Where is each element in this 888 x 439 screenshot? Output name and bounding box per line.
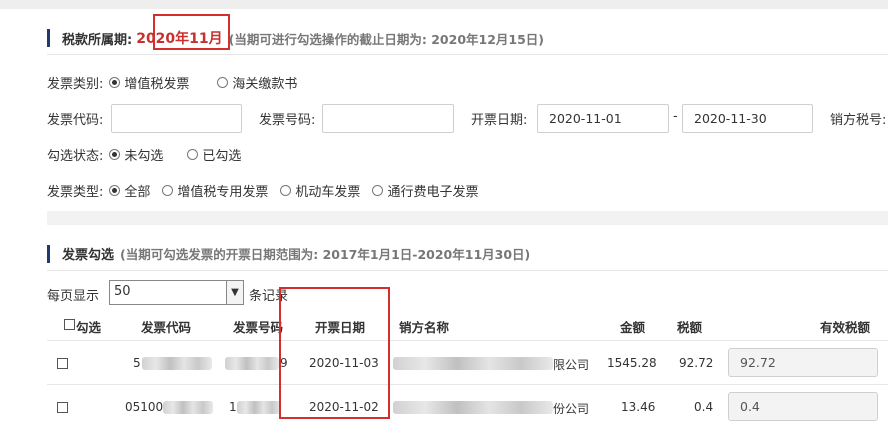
cell-invoice-number: 1	[229, 400, 237, 414]
cell-amount: 1545.28	[607, 356, 657, 370]
valid-tax-input[interactable]: 0.4	[728, 392, 878, 421]
cell-invoice-code: 05100	[125, 400, 164, 414]
invoice-category-label: 发票类别:	[47, 77, 104, 92]
header-check: 勾选	[76, 320, 102, 335]
radio-motor-vehicle[interactable]: 机动车发票	[280, 181, 360, 200]
per-page-value: 50	[114, 284, 131, 299]
cell-tax: 0.4	[694, 400, 714, 414]
cell-seller-name: 限公司	[553, 358, 590, 372]
cell-amount: 13.46	[621, 400, 656, 414]
radio-vat-invoice[interactable]: 增值税发票	[109, 73, 189, 92]
cell-issue-date: 2020-11-03	[309, 356, 379, 370]
redacted-blur	[163, 401, 213, 414]
redacted-blur	[393, 357, 553, 370]
check-status-label: 勾选状态:	[47, 149, 104, 164]
radio-dot[interactable]	[217, 77, 229, 88]
header-amount: 金额	[620, 320, 646, 335]
header-tax: 税额	[677, 320, 703, 335]
invoice-code-label: 发票代码:	[47, 113, 104, 128]
selection-note: (当期可勾选发票的开票日期范围为: 2017年1月1日-2020年11月30日)	[120, 247, 531, 262]
divider	[47, 270, 888, 271]
table-header: 勾选 发票代码 发票号码 开票日期 销方名称 金额 税额 有效税额	[47, 310, 888, 340]
check-status-row: 勾选状态: 未勾选 已勾选	[47, 145, 259, 164]
header-valid-tax: 有效税额	[820, 320, 871, 335]
radio-checked[interactable]: 已勾选	[187, 145, 241, 164]
radio-toll-electronic[interactable]: 通行费电子发票	[372, 181, 478, 200]
selection-title: 发票勾选	[62, 248, 115, 263]
redacted-blur	[142, 357, 212, 370]
divider	[47, 54, 888, 55]
header-seller-name: 销方名称	[399, 320, 450, 335]
per-page-select[interactable]: 50 ▼	[109, 280, 244, 305]
cell-tax: 92.72	[679, 356, 714, 370]
date-range-separator: -	[673, 109, 678, 124]
radio-dot[interactable]	[187, 149, 199, 160]
selection-header: 发票勾选 (当期可勾选发票的开票日期范围为: 2017年1月1日-2020年11…	[47, 244, 530, 263]
select-all-checkbox[interactable]	[64, 319, 75, 330]
header-invoice-code: 发票代码	[141, 320, 192, 335]
valid-tax-input[interactable]: 92.72	[728, 348, 878, 377]
redacted-blur	[225, 357, 279, 370]
radio-vat-special[interactable]: 增值税专用发票	[162, 181, 268, 200]
invoice-type-row: 发票类型: 全部 增值税专用发票 机动车发票 通行费电子发票	[47, 181, 496, 200]
radio-dot[interactable]	[280, 185, 292, 196]
invoice-number-label: 发票号码:	[259, 113, 316, 128]
radio-dot[interactable]	[109, 149, 121, 160]
radio-dot[interactable]	[372, 185, 384, 196]
cell-invoice-number: 9	[280, 356, 288, 370]
radio-dot[interactable]	[109, 185, 121, 196]
per-page-suffix: 条记录	[249, 289, 289, 304]
row-checkbox[interactable]	[57, 358, 68, 369]
radio-dot[interactable]	[109, 77, 121, 88]
top-strip	[0, 0, 888, 9]
section-separator	[47, 211, 888, 225]
issue-date-to-input[interactable]: 2020-11-30	[682, 104, 813, 133]
cell-seller-name: 份公司	[553, 402, 590, 416]
tax-period-header: 税款所属期: 2020年11月 (当期可进行勾选操作的截止日期为: 2020年1…	[47, 28, 544, 48]
header-issue-date: 开票日期	[315, 320, 366, 335]
invoice-number-input[interactable]	[322, 104, 454, 133]
header-invoice-number: 发票号码	[233, 320, 284, 335]
row-checkbox[interactable]	[57, 402, 68, 413]
tax-period-label: 税款所属期:	[62, 32, 133, 48]
seller-tax-no-label: 销方税号:	[830, 113, 887, 128]
section-marker	[47, 29, 50, 47]
invoice-code-input[interactable]	[111, 104, 242, 133]
invoice-type-label: 发票类型:	[47, 185, 104, 200]
radio-all[interactable]: 全部	[109, 181, 150, 200]
redacted-blur	[393, 401, 553, 414]
redacted-blur	[237, 401, 281, 414]
table-row: 5 9 2020-11-03 限公司 1545.28 92.72 92.72	[47, 340, 888, 384]
radio-customs-payment[interactable]: 海关缴款书	[217, 73, 297, 92]
section-marker	[47, 244, 50, 263]
issue-date-from-input[interactable]: 2020-11-01	[537, 104, 669, 133]
issue-date-label: 开票日期:	[471, 113, 528, 128]
tax-period-value: 2020年11月	[136, 31, 223, 47]
cell-invoice-code: 5	[133, 356, 141, 370]
radio-dot[interactable]	[162, 185, 174, 196]
invoice-category-row: 发票类别: 增值税发票 海关缴款书	[47, 73, 315, 92]
cell-issue-date: 2020-11-02	[309, 400, 379, 414]
chevron-down-icon[interactable]: ▼	[226, 281, 243, 304]
tax-period-note: (当期可进行勾选操作的截止日期为: 2020年12月15日)	[228, 31, 545, 47]
per-page-label: 每页显示	[47, 289, 100, 304]
table-row: 05100 1 2020-11-02 份公司 13.46 0.4 0.4	[47, 384, 888, 428]
radio-unchecked[interactable]: 未勾选	[109, 145, 163, 164]
